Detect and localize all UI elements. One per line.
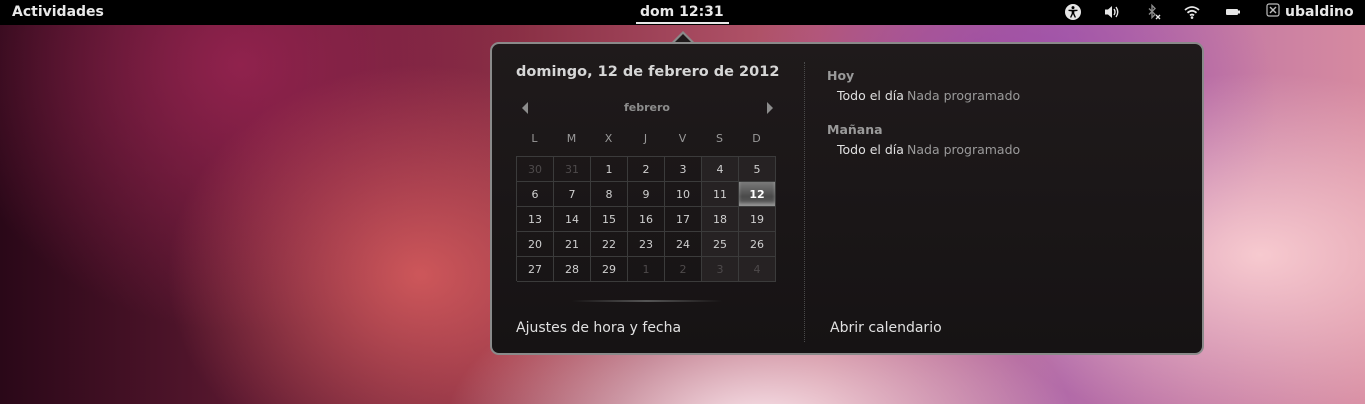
calendar-day[interactable]: 25: [702, 232, 739, 257]
calendar-day[interactable]: 13: [517, 207, 554, 232]
events-tomorrow: Mañana Todo el día Nada programado: [827, 122, 1167, 157]
clock-active-indicator: [636, 22, 729, 24]
events-today: Hoy Todo el día Nada programado: [827, 68, 1167, 103]
calendar-day[interactable]: 3: [702, 257, 739, 282]
calendar-day[interactable]: 30: [517, 157, 554, 182]
calendar-day[interactable]: 4: [739, 257, 776, 282]
event-time: Todo el día: [837, 142, 904, 157]
calendar-day-today[interactable]: 12: [739, 182, 776, 207]
weekday-label: M: [566, 132, 577, 145]
top-panel: Actividades dom 12:31 ubaldino: [0, 0, 1365, 25]
accessibility-icon[interactable]: [1063, 3, 1083, 21]
calendar-day[interactable]: 21: [554, 232, 591, 257]
bluetooth-disabled-icon[interactable]: [1143, 3, 1163, 21]
calendar-day[interactable]: 20: [517, 232, 554, 257]
weekday-label: J: [643, 132, 648, 145]
separator: [572, 300, 722, 302]
month-name: febrero: [624, 101, 670, 114]
wifi-icon[interactable]: [1182, 3, 1202, 21]
calendar-day[interactable]: 28: [554, 257, 591, 282]
calendar-day[interactable]: 7: [554, 182, 591, 207]
calendar-day[interactable]: 6: [517, 182, 554, 207]
calendar-day[interactable]: 24: [665, 232, 702, 257]
events-section-title: Hoy: [827, 68, 855, 83]
volume-icon[interactable]: [1102, 3, 1122, 21]
calendar-day[interactable]: 29: [591, 257, 628, 282]
weekday-label: S: [716, 132, 723, 145]
event-row: Todo el día Nada programado: [827, 88, 1167, 103]
user-status-icon: [1266, 3, 1280, 21]
battery-icon[interactable]: [1223, 3, 1243, 21]
next-month-button[interactable]: [762, 100, 776, 116]
calendar-popup: domingo, 12 de febrero de 2012 febrero L…: [490, 42, 1204, 355]
user-menu[interactable]: ubaldino: [1266, 3, 1354, 21]
weekday-label: L: [531, 132, 538, 145]
vertical-separator: [804, 62, 805, 342]
date-time-settings-link[interactable]: Ajustes de hora y fecha: [516, 320, 681, 336]
open-calendar-link[interactable]: Abrir calendario: [830, 320, 942, 336]
weekday-label: X: [604, 132, 613, 145]
calendar-day[interactable]: 3: [665, 157, 702, 182]
weekday-label: V: [678, 132, 687, 145]
calendar-day[interactable]: 18: [702, 207, 739, 232]
calendar-day[interactable]: 23: [628, 232, 665, 257]
calendar-day[interactable]: 15: [591, 207, 628, 232]
event-time: Todo el día: [837, 88, 904, 103]
user-name: ubaldino: [1285, 4, 1354, 20]
calendar-day[interactable]: 17: [665, 207, 702, 232]
calendar-day[interactable]: 1: [628, 257, 665, 282]
calendar-day[interactable]: 4: [702, 157, 739, 182]
calendar-day[interactable]: 16: [628, 207, 665, 232]
calendar-day[interactable]: 8: [591, 182, 628, 207]
clock-button[interactable]: dom 12:31: [640, 4, 724, 20]
previous-month-button[interactable]: [519, 100, 533, 116]
weekday-header: LMXJVSD: [516, 132, 776, 146]
calendar-day[interactable]: 14: [554, 207, 591, 232]
event-description: Nada programado: [907, 142, 1021, 157]
calendar-day[interactable]: 1: [591, 157, 628, 182]
events-section-title: Mañana: [827, 122, 883, 137]
calendar-day-grid: 30 31 1 2 3 4 5 6 7 8 9 10 11 12 13 14 15 16 17 18 19 20 21 22 2…: [516, 156, 776, 282]
calendar-day[interactable]: 27: [517, 257, 554, 282]
date-heading: domingo, 12 de febrero de 2012: [516, 64, 780, 80]
events-list: Hoy Todo el día Nada programado Mañana T…: [827, 68, 1167, 176]
calendar-day[interactable]: 9: [628, 182, 665, 207]
calendar-day[interactable]: 31: [554, 157, 591, 182]
event-description: Nada programado: [907, 88, 1021, 103]
chevron-left-icon: [522, 102, 528, 114]
calendar-day[interactable]: 5: [739, 157, 776, 182]
calendar-day[interactable]: 22: [591, 232, 628, 257]
calendar-day[interactable]: 11: [702, 182, 739, 207]
chevron-right-icon: [767, 102, 773, 114]
calendar-day[interactable]: 10: [665, 182, 702, 207]
weekday-label: D: [752, 132, 761, 145]
calendar-day[interactable]: 26: [739, 232, 776, 257]
event-row: Todo el día Nada programado: [827, 142, 1167, 157]
activities-button[interactable]: Actividades: [12, 4, 104, 20]
calendar-day[interactable]: 2: [628, 157, 665, 182]
calendar-day[interactable]: 19: [739, 207, 776, 232]
calendar-day[interactable]: 2: [665, 257, 702, 282]
